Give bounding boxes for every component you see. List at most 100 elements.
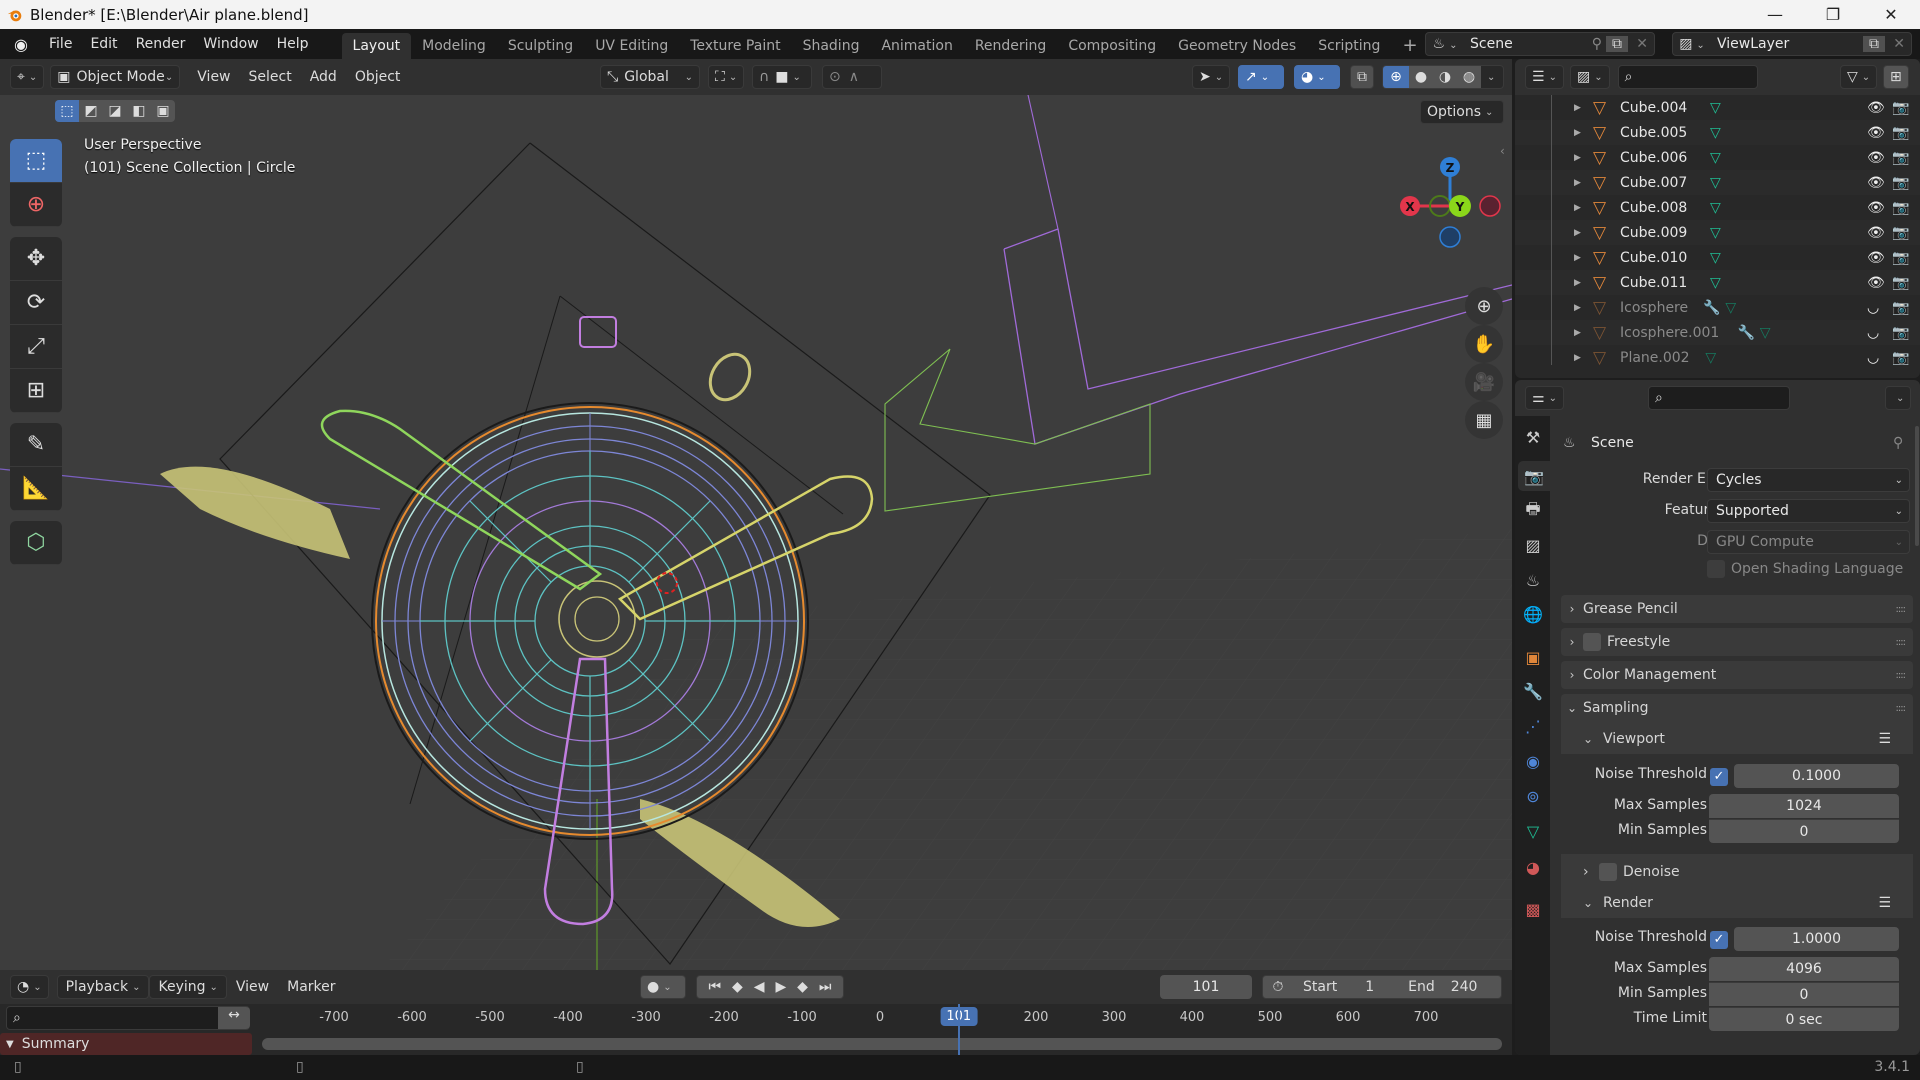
viewport-scene[interactable] — [0, 59, 1512, 970]
menu-select[interactable]: Select — [240, 69, 301, 85]
marker-menu[interactable]: Marker — [278, 979, 344, 995]
tab-tool[interactable]: ⚒ — [1518, 422, 1548, 452]
mesh-data-icon[interactable]: ▽ — [1760, 325, 1771, 341]
outliner-filter-button[interactable]: ▽ ⌄ — [1840, 65, 1878, 89]
outliner-item[interactable]: ▶ ▽ Icosphere.001 🔧 ▽ ◡ 📷 — [1515, 320, 1920, 345]
render-engine-select[interactable]: Cycles ⌄ — [1707, 468, 1910, 492]
outliner-item-name[interactable]: Cube.011 — [1620, 275, 1687, 291]
channel-search-input[interactable]: ⌕ — [6, 1006, 250, 1030]
select-intersect-icon[interactable]: ▣ — [151, 100, 175, 122]
outliner-item-name[interactable]: Cube.008 — [1620, 200, 1687, 216]
jump-end-icon[interactable]: ⏭ — [819, 979, 832, 995]
timeline-editor-type-button[interactable]: ◔ ⌄ — [10, 975, 49, 999]
expand-arrow-icon[interactable]: ▶ — [1574, 153, 1581, 163]
osl-checkbox[interactable] — [1707, 560, 1725, 578]
osl-checkbox-row[interactable]: Open Shading Language — [1707, 560, 1903, 578]
tab-layout[interactable]: Layout — [341, 33, 412, 59]
solid-shading-icon[interactable]: ● — [1409, 66, 1433, 88]
render-camera-icon[interactable]: 📷 — [1892, 150, 1909, 166]
modifier-icon[interactable]: 🔧 — [1703, 300, 1720, 316]
outliner-item[interactable]: ▶ ▽ Plane.002 ▽ ◡ 📷 — [1515, 345, 1920, 370]
delete-scene-icon[interactable]: ✕ — [1636, 36, 1648, 52]
tab-uv-editing[interactable]: UV Editing — [584, 33, 679, 59]
mesh-data-icon[interactable]: ▽ — [1710, 275, 1721, 291]
sidebar-toggle-icon[interactable]: ‹ — [1500, 144, 1505, 158]
render-camera-icon[interactable]: 📷 — [1892, 275, 1909, 291]
expand-arrow-icon[interactable]: ▶ — [1574, 128, 1581, 138]
vp-min-samples-field[interactable]: 0 — [1709, 819, 1899, 843]
outliner-search-input[interactable]: ⌕ — [1617, 65, 1758, 89]
timeline-ruler[interactable]: ⌕ ↔ -700 -600 -500 -400 -300 -200 -100 0 200 300 4… — [0, 1004, 1512, 1033]
wireframe-shading-icon[interactable]: ⊕ — [1383, 66, 1409, 88]
add-workspace-button[interactable]: + — [1391, 33, 1428, 59]
outliner-item[interactable]: ▶ ▽ Cube.011 ▽ 👁 📷 — [1515, 270, 1920, 295]
menu-window[interactable]: Window — [194, 29, 267, 59]
mesh-data-icon[interactable]: ▽ — [1725, 300, 1736, 316]
playback-menu[interactable]: Playback ⌄ — [56, 975, 150, 999]
eye-open-icon[interactable]: 👁 — [1867, 200, 1885, 216]
outliner-filter-layer-button[interactable]: ▨ ⌄ — [1569, 65, 1610, 89]
outliner-item-name[interactable]: Cube.004 — [1620, 100, 1687, 116]
menu-help[interactable]: Help — [268, 29, 318, 59]
jump-start-icon[interactable]: ⏮ — [708, 979, 721, 995]
current-frame-field[interactable]: 101 — [1160, 975, 1252, 999]
eye-open-icon[interactable]: 👁 — [1867, 225, 1885, 241]
tab-scripting[interactable]: Scripting — [1307, 33, 1391, 59]
outliner-item[interactable]: ▶ ▽ Cube.006 ▽ 👁 📷 — [1515, 145, 1920, 170]
render-camera-icon[interactable]: 📷 — [1892, 200, 1909, 216]
shading-options-icon[interactable]: ⌄ — [1487, 72, 1495, 83]
tab-texture[interactable]: ▩ — [1518, 894, 1548, 924]
properties-scrollbar[interactable] — [1915, 426, 1919, 546]
render-camera-icon[interactable]: 📷 — [1892, 225, 1909, 241]
blender-menu-icon[interactable]: ◉ — [10, 35, 32, 54]
outliner-item-name[interactable]: Icosphere — [1620, 300, 1688, 316]
transform-orientation-select[interactable]: ⤡ Global ⌄ — [600, 65, 700, 89]
select-invert-icon[interactable]: ◧ — [127, 100, 151, 122]
mesh-data-icon[interactable]: ▽ — [1710, 150, 1721, 166]
tab-shading[interactable]: Shading — [792, 33, 871, 59]
perspective-toggle-button[interactable]: ▦ — [1465, 401, 1503, 439]
stopwatch-icon[interactable]: ⏱ — [1263, 979, 1293, 995]
outliner-item-name[interactable]: Cube.009 — [1620, 225, 1687, 241]
render-camera-icon[interactable]: 📷 — [1892, 250, 1909, 266]
expand-arrow-icon[interactable]: ▶ — [1574, 278, 1581, 288]
outliner-item-name[interactable]: Cube.010 — [1620, 250, 1687, 266]
select-subtract-icon[interactable]: ◪ — [103, 100, 127, 122]
tab-sculpting[interactable]: Sculpting — [497, 33, 584, 59]
r-min-samples-field[interactable]: 0 — [1709, 982, 1899, 1006]
eye-open-icon[interactable]: 👁 — [1867, 150, 1885, 166]
navigation-gizmo[interactable]: Z X Y — [1390, 139, 1510, 269]
move-tool[interactable]: ✥ — [10, 237, 62, 281]
eye-open-icon[interactable]: 👁 — [1867, 250, 1885, 266]
expand-arrow-icon[interactable]: ▶ — [1574, 203, 1581, 213]
maximize-button[interactable]: ❐ — [1804, 5, 1862, 24]
3d-viewport[interactable]: ⌖ ⌄ ▣ Object Mode ⌄ View Select Add Object … — [0, 59, 1512, 970]
eye-open-icon[interactable]: 👁 — [1867, 100, 1885, 116]
expand-arrow-icon[interactable]: ▶ — [1574, 178, 1581, 188]
tab-scene[interactable]: ♨ — [1518, 565, 1548, 595]
expand-arrow-icon[interactable]: ▶ — [1574, 328, 1581, 338]
render-camera-icon[interactable]: 📷 — [1892, 175, 1909, 191]
modifier-icon[interactable]: 🔧 — [1738, 325, 1755, 341]
transform-tool[interactable]: ⊞ — [10, 369, 62, 413]
prev-keyframe-icon[interactable]: ◆ — [732, 979, 743, 995]
select-box-tool[interactable]: ⬚ — [10, 139, 62, 183]
timeline-view-menu[interactable]: View — [227, 979, 278, 995]
pin-icon[interactable]: ⚲ — [1592, 36, 1602, 52]
scene-name[interactable]: Scene — [1470, 36, 1513, 52]
eye-closed-icon[interactable]: ◡ — [1867, 300, 1879, 316]
drag-handle-icon[interactable]: :::: — [1896, 670, 1907, 681]
auto-keying-button[interactable]: ● ⌄ — [640, 975, 686, 999]
menu-object[interactable]: Object — [346, 69, 410, 85]
end-frame-field[interactable]: 240 — [1451, 979, 1478, 995]
menu-add[interactable]: Add — [301, 69, 346, 85]
rendered-shading-icon[interactable]: ◍ — [1457, 66, 1481, 88]
tab-physics[interactable]: ◉ — [1518, 746, 1548, 776]
vp-max-samples-field[interactable]: 1024 — [1709, 794, 1899, 818]
outliner-display-mode-button[interactable]: ☰ ⌄ — [1525, 65, 1564, 89]
playhead-line[interactable] — [957, 1004, 960, 1055]
r-max-samples-field[interactable]: 4096 — [1709, 957, 1899, 981]
properties-search-input[interactable]: ⌕ — [1648, 386, 1790, 410]
device-select[interactable]: GPU Compute ⌄ — [1707, 530, 1910, 554]
mode-selector[interactable]: ▣ Object Mode ⌄ — [50, 65, 181, 89]
